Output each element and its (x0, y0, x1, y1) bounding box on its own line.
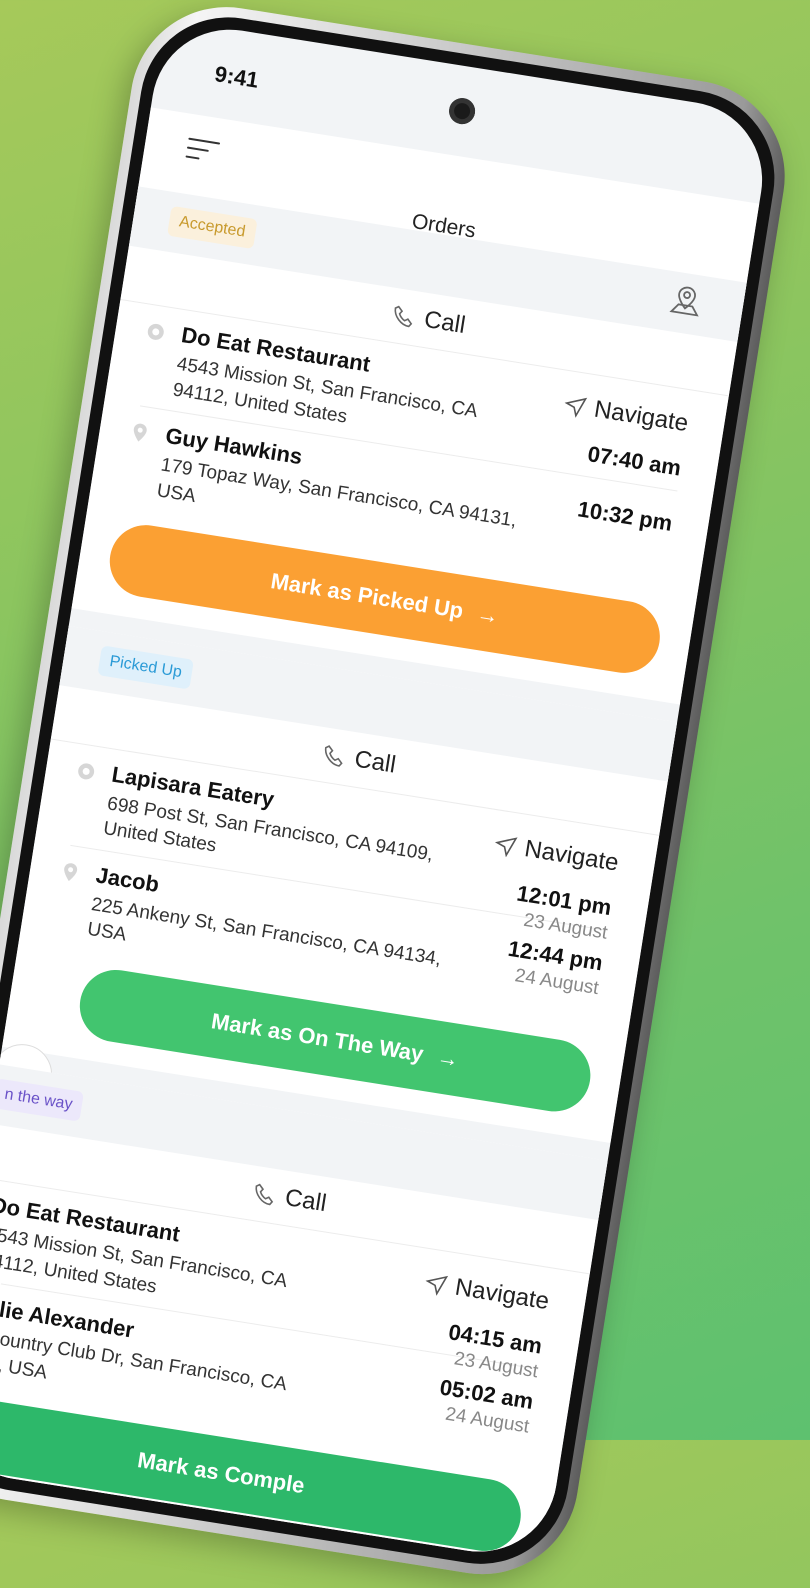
navigate-arrow-icon (495, 836, 518, 857)
phone-icon (325, 744, 344, 767)
phone-icon (255, 1183, 274, 1206)
arrow-right-icon: → (435, 1044, 461, 1073)
action-label: Mark as Picked Up (269, 567, 466, 623)
menu-icon[interactable] (185, 137, 221, 163)
call-label: Call (422, 305, 468, 340)
location-pin-icon (64, 863, 78, 881)
location-pin-icon (133, 423, 147, 442)
status-badge: Picked Up (97, 644, 194, 690)
app-screen: 9:41 ◔ Orders Accepted (0, 18, 774, 1563)
call-label: Call (352, 745, 398, 779)
phone-frame: 9:41 ◔ Orders Accepted (0, 0, 799, 1588)
status-badge: n the way (0, 1078, 85, 1122)
order-card: Picked Up Call Lapisara Eatery 698 Post … (0, 625, 678, 1144)
pickup-dot-icon (78, 762, 95, 779)
orders-list: Accepted Call Do Eat Restaurant 4543 Mis… (0, 186, 747, 1563)
status-badge: Accepted (167, 205, 258, 250)
navigate-arrow-icon (564, 397, 588, 418)
order-card: n the way Call Do Eat Restaurant 4543 Mi… (0, 1064, 608, 1563)
arrow-right-icon: → (475, 600, 501, 629)
action-label: Mark as On The Way (209, 1008, 426, 1067)
phone-bezel: 9:41 ◔ Orders Accepted (0, 4, 788, 1577)
navigate-arrow-icon (425, 1276, 449, 1297)
phone-icon (394, 305, 413, 328)
status-time: 9:41 (212, 61, 261, 93)
pickup-dot-icon (147, 323, 164, 340)
action-label: Mark as Comple (135, 1446, 307, 1498)
map-pin-icon[interactable] (667, 281, 706, 320)
call-label: Call (283, 1184, 329, 1218)
